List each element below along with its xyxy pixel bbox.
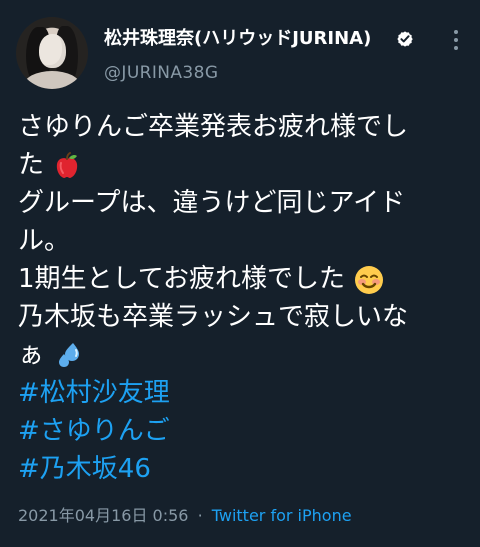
tweet-text-line-with-droplets: ぁ <box>18 336 466 374</box>
user-handle[interactable]: @JURINA38G <box>104 63 218 83</box>
smiling-face-emoji-icon <box>355 265 384 294</box>
tweet-text-line: グループは、違うけど同じアイド <box>18 188 406 218</box>
tweet-card: 松井珠理奈(ハリウッドJURINA) @JURINA38G さゆりんご卒業発表お… <box>0 0 480 547</box>
avatar[interactable] <box>16 17 88 89</box>
metadata-separator: · <box>197 506 203 525</box>
tweet-text-line-with-apple: た <box>18 146 466 184</box>
avatar-face <box>39 34 66 68</box>
tweet-text-fragment: た <box>18 150 45 180</box>
tweet-text-line: 乃木坂も卒業ラッシュで寂しいな <box>18 302 409 332</box>
tweet-text-line: ル。 <box>18 226 71 256</box>
hashtag-link[interactable]: #乃木坂46 <box>18 450 466 488</box>
verified-badge-icon <box>397 31 413 47</box>
tweet-metadata: 2021年04月16日 0:56 · Twitter for iPhone <box>18 505 352 527</box>
apple-emoji-icon <box>57 151 78 178</box>
tweet-text-fragment: ぁ <box>18 340 45 370</box>
tweet-text-fragment: 1期生としてお疲れ様でした <box>18 264 345 294</box>
tweet-header: 松井珠理奈(ハリウッドJURINA) @JURINA38G <box>0 0 480 96</box>
sweat-droplets-emoji-icon <box>59 342 80 367</box>
hashtag-link[interactable]: #さゆりんご <box>18 412 466 450</box>
hashtag-link[interactable]: #松村沙友理 <box>18 374 466 412</box>
tweet-text-line-with-smile: 1期生としてお疲れ様でした <box>18 260 466 298</box>
more-options-icon[interactable] <box>450 28 462 52</box>
display-name[interactable]: 松井珠理奈(ハリウッドJURINA) <box>104 29 371 49</box>
tweet-body: さゆりんご卒業発表お疲れ様でし た グループは、違うけど同じアイド ル。 1期生… <box>18 108 466 488</box>
tweet-timestamp[interactable]: 2021年04月16日 0:56 <box>18 506 188 525</box>
tweet-source-link[interactable]: Twitter for iPhone <box>212 506 352 525</box>
tweet-text-line: さゆりんご卒業発表お疲れ様でし <box>18 112 409 142</box>
